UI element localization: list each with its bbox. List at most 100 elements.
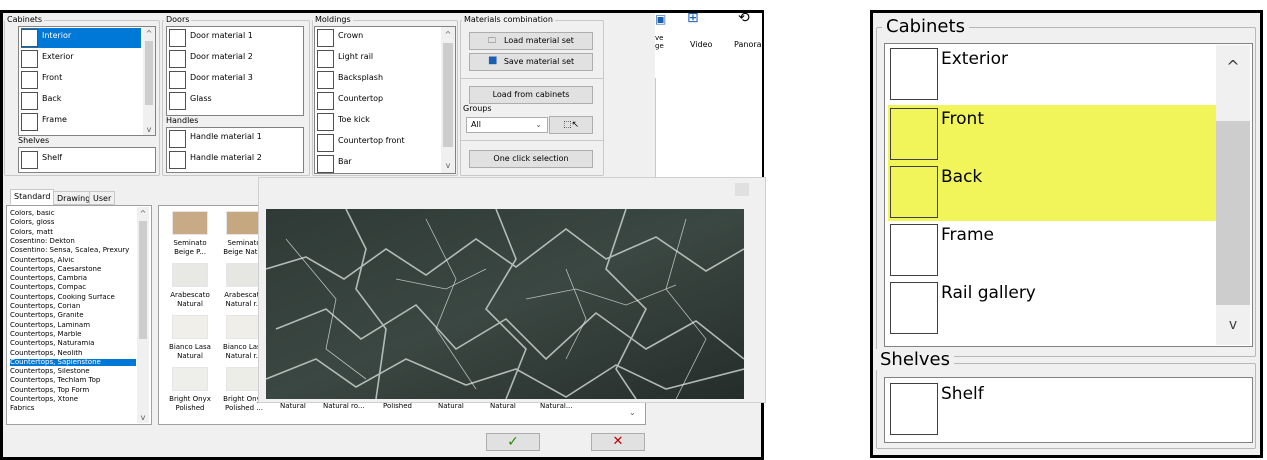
scroll-down-icon[interactable]: v bbox=[143, 125, 155, 135]
cabinet-item-exterior[interactable]: Exterior bbox=[21, 49, 141, 69]
doors-list[interactable]: Door material 1 Door material 2 Door mat… bbox=[166, 26, 304, 116]
category-item[interactable]: Cosentino: Sensa, Scalea, Prexury bbox=[10, 247, 136, 254]
groups-label: Groups bbox=[463, 104, 492, 113]
molding-item-bar[interactable]: Bar bbox=[317, 154, 437, 174]
zoom-item-back[interactable]: Back bbox=[888, 163, 1216, 221]
video-button-label[interactable]: Video bbox=[690, 40, 712, 49]
marble-preview-image bbox=[266, 209, 744, 399]
scroll-down-icon[interactable]: v bbox=[137, 413, 149, 423]
category-item[interactable]: Cosentino: Dekton bbox=[10, 238, 136, 245]
material-name: Bianco Lasa bbox=[169, 343, 211, 351]
category-item[interactable]: Countertops, Silestone bbox=[10, 368, 136, 375]
door-item-2[interactable]: Door material 2 bbox=[169, 49, 299, 69]
molding-item-crown[interactable]: Crown bbox=[317, 28, 437, 48]
category-scrollbar[interactable]: ^ v bbox=[137, 207, 149, 423]
chevron-down-icon[interactable]: ⌄ bbox=[629, 408, 636, 417]
zoom-shelves-label: Shelves bbox=[876, 349, 955, 370]
zoom-scrollbar[interactable]: ^ v bbox=[1216, 45, 1250, 345]
material-finish: Beige P... bbox=[174, 248, 206, 256]
category-item[interactable]: Countertops, Naturamia bbox=[10, 340, 136, 347]
category-item[interactable]: Countertops, Corian bbox=[10, 303, 136, 310]
zoom-item-front[interactable]: Front bbox=[888, 105, 1216, 163]
cabinet-item-back[interactable]: Back bbox=[21, 91, 141, 111]
one-click-selection-button[interactable]: One click selection bbox=[469, 150, 593, 168]
chevron-down-icon[interactable]: v bbox=[1216, 317, 1250, 333]
cabinet-item-front[interactable]: Front bbox=[21, 70, 141, 90]
cabinets-list[interactable]: Interior Exterior Front Back Frame ^ v bbox=[18, 26, 156, 136]
tab-user[interactable]: User bbox=[89, 191, 116, 205]
panorama-icon[interactable]: ⟲ bbox=[738, 10, 750, 26]
panorama-button-label[interactable]: Panoran bbox=[734, 40, 762, 49]
category-item[interactable]: Fabrics bbox=[10, 405, 136, 412]
molding-item-toe-kick[interactable]: Toe kick bbox=[317, 112, 437, 132]
material-finish: Polished ... bbox=[225, 404, 263, 412]
handles-list[interactable]: Handle material 1 Handle material 2 bbox=[166, 127, 304, 173]
category-item[interactable]: Colors, gloss bbox=[10, 219, 136, 226]
groups-dropdown[interactable]: All ⌄ bbox=[466, 117, 548, 133]
video-icon[interactable]: ⊞ bbox=[687, 10, 699, 26]
door-item-glass[interactable]: Glass bbox=[169, 91, 299, 111]
load-material-set-button[interactable]: 🗀 Load material set bbox=[469, 32, 593, 50]
zoom-item-frame[interactable]: Frame bbox=[888, 221, 1216, 279]
shelves-list[interactable]: Shelf bbox=[18, 147, 156, 173]
molding-item-backsplash[interactable]: Backsplash bbox=[317, 70, 437, 90]
category-item[interactable]: Countertops, Cambria bbox=[10, 275, 136, 282]
ok-button[interactable]: ✓ bbox=[486, 433, 540, 451]
category-item[interactable]: Countertops, Laminam bbox=[10, 322, 136, 329]
material-swatch[interactable] bbox=[172, 263, 208, 287]
save-icon: ■ bbox=[488, 55, 498, 66]
category-item[interactable]: Countertops, Compac bbox=[10, 284, 136, 291]
category-item[interactable]: Countertops, Cooking Surface bbox=[10, 294, 136, 301]
material-swatch[interactable] bbox=[226, 315, 262, 339]
save-material-set-button[interactable]: ■ Save material set bbox=[469, 53, 593, 71]
molding-item-countertop-front[interactable]: Countertop front bbox=[317, 133, 437, 153]
door-item-3[interactable]: Door material 3 bbox=[169, 70, 299, 90]
cabinet-item-interior[interactable]: Interior bbox=[21, 28, 141, 48]
material-swatch[interactable] bbox=[172, 315, 208, 339]
handle-item-1[interactable]: Handle material 1 bbox=[169, 129, 299, 149]
molding-item-countertop[interactable]: Countertop bbox=[317, 91, 437, 111]
door-item-1[interactable]: Door material 1 bbox=[169, 28, 299, 48]
category-item[interactable]: Countertops, Sapienstone bbox=[10, 358, 136, 366]
ribbon-partial-label: ve ge bbox=[655, 34, 664, 50]
save-image-icon[interactable]: ▣ bbox=[655, 12, 666, 26]
zoom-cabinets-label: Cabinets bbox=[882, 16, 969, 37]
material-swatch[interactable] bbox=[226, 367, 262, 391]
zoom-shelf-item[interactable]: Shelf bbox=[888, 380, 1216, 438]
category-item[interactable]: Colors, basic bbox=[10, 210, 136, 217]
preview-close-button[interactable] bbox=[735, 183, 749, 196]
category-item[interactable]: Countertops, Marble bbox=[10, 331, 136, 338]
tab-standard[interactable]: Standard bbox=[10, 189, 55, 205]
handle-item-2[interactable]: Handle material 2 bbox=[169, 150, 299, 170]
cabinet-item-frame[interactable]: Frame bbox=[21, 112, 141, 132]
scroll-up-icon[interactable]: ^ bbox=[441, 30, 455, 40]
scroll-up-icon[interactable]: ^ bbox=[137, 209, 149, 219]
material-swatch[interactable] bbox=[172, 211, 208, 235]
category-item[interactable]: Countertops, Top Form bbox=[10, 387, 136, 394]
zoom-item-exterior[interactable]: Exterior bbox=[888, 45, 1216, 103]
material-swatch[interactable] bbox=[226, 263, 262, 287]
moldings-list[interactable]: Crown Light rail Backsplash Countertop T… bbox=[314, 26, 456, 174]
scroll-up-icon[interactable]: ^ bbox=[1216, 59, 1250, 75]
scroll-down-icon[interactable]: v bbox=[441, 161, 455, 171]
handles-label: Handles bbox=[164, 116, 201, 125]
zoom-item-rail-gallery[interactable]: Rail gallery bbox=[888, 279, 1216, 337]
pick-selection-button[interactable]: ⬚↖ bbox=[549, 116, 593, 134]
category-item[interactable]: Countertops, Techlam Top bbox=[10, 377, 136, 384]
shelf-item[interactable]: Shelf bbox=[21, 150, 141, 170]
category-item[interactable]: Countertops, Neolith bbox=[10, 350, 136, 357]
material-swatch[interactable] bbox=[172, 367, 208, 391]
category-item[interactable]: Colors, matt bbox=[10, 229, 136, 236]
material-swatch[interactable] bbox=[226, 211, 262, 235]
molding-item-light-rail[interactable]: Light rail bbox=[317, 49, 437, 69]
cancel-button[interactable]: ✕ bbox=[591, 433, 645, 451]
cabinets-scrollbar[interactable]: ^ v bbox=[143, 27, 155, 135]
category-item[interactable]: Countertops, Alvic bbox=[10, 257, 136, 264]
load-from-cabinets-button[interactable]: Load from cabinets bbox=[469, 86, 593, 104]
category-item[interactable]: Countertops, Granite bbox=[10, 312, 136, 319]
viewport-area bbox=[655, 78, 762, 178]
category-item[interactable]: Countertops, Caesarstone bbox=[10, 266, 136, 273]
moldings-scrollbar[interactable]: ^ v bbox=[441, 27, 455, 173]
scroll-up-icon[interactable]: ^ bbox=[143, 29, 155, 39]
category-item[interactable]: Countertops, Xtone bbox=[10, 396, 136, 403]
